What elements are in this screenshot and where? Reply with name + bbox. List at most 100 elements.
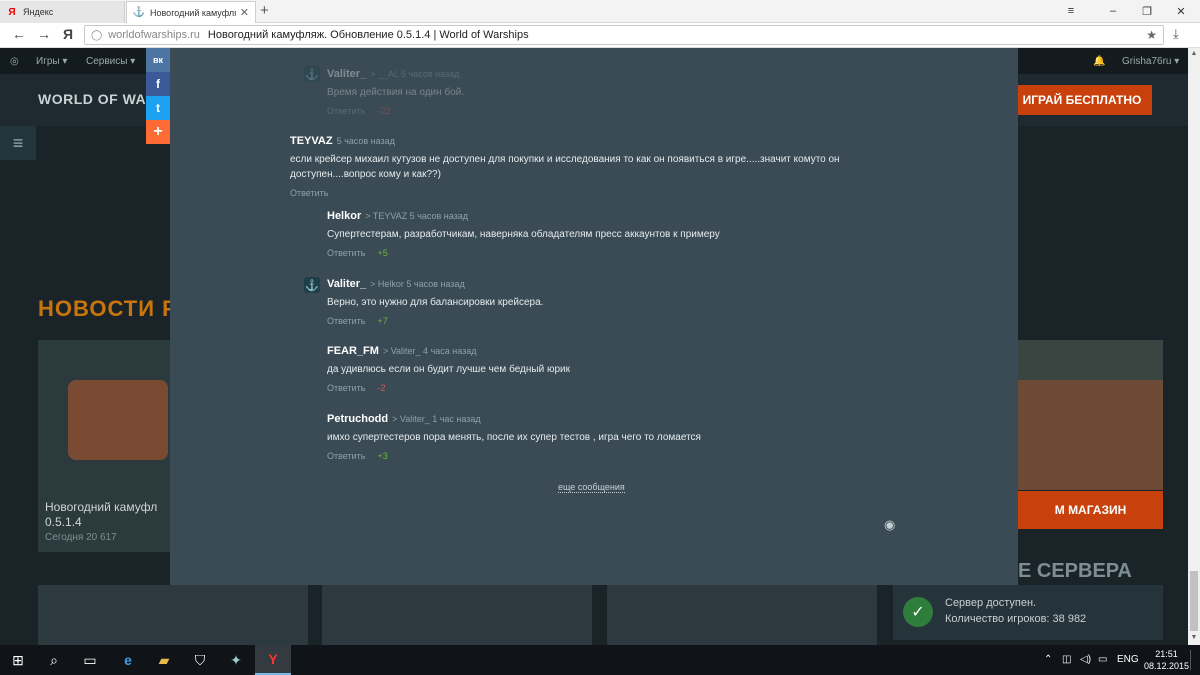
thumbnail[interactable] — [322, 585, 592, 645]
browser-menu-button[interactable]: ≡ — [1054, 0, 1088, 22]
minimize-button[interactable]: – — [1096, 0, 1130, 22]
comment-meta: > __AL 5 часов назад — [370, 69, 460, 79]
task-view-icon[interactable]: ▭ — [72, 645, 108, 675]
services-menu[interactable]: Сервисы ▾ — [86, 56, 135, 67]
new-tab-button[interactable]: + — [260, 2, 269, 19]
comment: Helkor > TEYVAZ 5 часов назад Супертестер… — [327, 210, 720, 258]
more-comments-link[interactable]: еще сообщения — [558, 482, 625, 493]
store-icon[interactable]: ⛉ — [182, 645, 218, 675]
bookmark-star-icon[interactable]: ★ — [1146, 28, 1157, 42]
hamburger-icon[interactable]: ≡ — [0, 126, 36, 160]
close-tab-icon[interactable]: ✕ — [240, 6, 249, 19]
yandex-icon: Я — [8, 6, 16, 18]
comment-text: Супертестерам, разработчикам, наверняка … — [327, 229, 720, 240]
reply-link[interactable]: Ответить — [327, 248, 365, 258]
downloads-icon[interactable]: ⤓ — [1173, 26, 1179, 42]
search-icon[interactable]: ⌕ — [36, 645, 72, 675]
comment-author[interactable]: Valiter_ — [327, 278, 366, 290]
reply-link[interactable]: Ответить — [327, 316, 365, 326]
clock[interactable]: 21:51 08.12.2015 — [1144, 648, 1189, 672]
anchor-icon: ⚓ — [132, 7, 146, 18]
connection-icon: ◯ — [91, 29, 103, 41]
game-app-icon[interactable]: ✦ — [218, 645, 254, 675]
restore-button[interactable]: ❐ — [1130, 0, 1164, 22]
notification-bell-icon[interactable]: 🔔 — [1093, 56, 1105, 67]
comment-rating: -2 — [377, 383, 386, 393]
tab-label: Яндекс — [23, 7, 54, 17]
server-status: ✓ Сервер доступен. Количество игроков: 3… — [893, 585, 1163, 640]
comments-panel: ⚓ Valiter_ > __AL 5 часов назад Время дей… — [170, 48, 1018, 585]
yandex-browser-icon[interactable]: Y — [255, 645, 291, 675]
tab-label: Новогодний камуфляж — [150, 7, 236, 18]
developer-avatar-icon: ⚓ — [304, 277, 320, 293]
comment: Valiter_ > Helkor 5 часов назад Верно, эт… — [327, 278, 543, 326]
scroll-down-icon[interactable]: ▼ — [1188, 634, 1200, 641]
emblem-image — [68, 380, 168, 460]
scroll-up-icon[interactable]: ▲ — [1188, 50, 1200, 57]
tab-worldofwarships[interactable]: ⚓ Новогодний камуфляж ✕ — [126, 1, 256, 23]
play-free-button[interactable]: ИГРАЙ БЕСПЛАТНО — [1012, 85, 1152, 115]
comment-meta: > Valiter_ 4 часа назад — [382, 346, 477, 356]
comment: FEAR_FM > Valiter_ 4 часа назад да удивлю… — [327, 345, 570, 393]
show-desktop-button[interactable] — [1190, 650, 1196, 670]
comment-text: имхо супертестеров пора менять, после их… — [327, 432, 701, 443]
shop-card[interactable] — [1018, 340, 1163, 490]
reply-link[interactable]: Ответить — [327, 106, 365, 116]
games-menu[interactable]: Игры ▾ — [36, 56, 67, 67]
server-players-count: Количество игроков: 38 982 — [945, 613, 1087, 625]
comment-rating: -22 — [377, 106, 391, 116]
news-card[interactable]: Новогодний камуфл 0.5.1.4 Сегодня 20 617 — [38, 340, 170, 552]
close-window-button[interactable]: ✕ — [1164, 0, 1198, 22]
thumbnail[interactable] — [607, 585, 877, 645]
reply-link[interactable]: Ответить — [290, 188, 328, 198]
comment-author[interactable]: FEAR_FM — [327, 345, 379, 357]
comment-meta: > Valiter_ 1 час назад — [392, 414, 481, 424]
doubloons-image — [1018, 380, 1163, 490]
news-card-version: 0.5.1.4 — [45, 515, 82, 529]
news-card-title: Новогодний камуфл — [45, 500, 158, 514]
comment-text: да удивлюсь если он будит лучше чем бедн… — [327, 364, 570, 375]
rss-icon[interactable]: ◉ — [884, 517, 895, 533]
clock-date: 08.12.2015 — [1144, 661, 1190, 671]
reply-link[interactable]: Ответить — [327, 451, 365, 461]
comment-author[interactable]: Petruchodd — [327, 413, 388, 425]
page-scrollbar[interactable]: ▲ ▼ — [1188, 48, 1200, 645]
comment-author[interactable]: Helkor — [327, 210, 361, 222]
comment-author[interactable]: TEYVAZ — [290, 135, 333, 147]
taskbar: ⊞ ⌕ ▭ e ▰ ⛉ ✦ Y ⌃ ◫ ◁) ▭ ENG 21:51 08.12… — [0, 645, 1200, 675]
server-status-text: Сервер доступен. — [945, 597, 1037, 609]
comment: Valiter_ > __AL 5 часов назад Время дейст… — [327, 68, 464, 116]
edge-icon[interactable]: e — [110, 645, 146, 675]
tray-chevron-icon[interactable]: ⌃ — [1044, 654, 1052, 665]
vk-share-icon[interactable]: вк — [146, 48, 170, 72]
clock-time: 21:51 — [1155, 649, 1178, 659]
network-icon[interactable]: ◫ — [1062, 654, 1071, 665]
twitter-share-icon[interactable]: t — [146, 96, 170, 120]
comment: Petruchodd > Valiter_ 1 час назад имхо су… — [327, 413, 701, 461]
forward-button[interactable]: → — [37, 26, 51, 42]
tab-yandex[interactable]: Я Яндекс — [0, 1, 125, 23]
comment-author[interactable]: Valiter_ — [327, 68, 366, 80]
windows-start-icon[interactable]: ⊞ — [0, 645, 36, 675]
back-button[interactable]: ← — [12, 26, 26, 42]
file-explorer-icon[interactable]: ▰ — [146, 645, 182, 675]
comment-rating: +3 — [377, 451, 388, 461]
tab-bar: Я Яндекс ⚓ Новогодний камуфляж ✕ + ≡ – ❐… — [0, 0, 1200, 23]
scrollbar-thumb[interactable] — [1190, 571, 1198, 631]
volume-icon[interactable]: ◁) — [1080, 654, 1091, 665]
notifications-icon[interactable]: ▭ — [1098, 654, 1107, 665]
url-field[interactable]: ◯ worldofwarships.ru Новогодний камуфляж… — [84, 25, 1164, 45]
comment-text: если крейсер михаил кутузов не доступен … — [290, 154, 840, 180]
yandex-home-button[interactable]: Я — [63, 26, 73, 42]
comment-meta: 5 часов назад — [336, 136, 395, 146]
thumbnail[interactable] — [38, 585, 308, 645]
language-indicator[interactable]: ENG — [1117, 654, 1139, 665]
comment-rating: +7 — [377, 316, 388, 326]
reply-link[interactable]: Ответить — [327, 383, 365, 393]
more-share-icon[interactable]: + — [146, 120, 170, 144]
user-menu[interactable]: Grisha76ru ▾ — [1122, 56, 1179, 67]
facebook-share-icon[interactable]: f — [146, 72, 170, 96]
social-share-bar: вк f t + — [146, 48, 170, 144]
comment-meta: > TEYVAZ 5 часов назад — [365, 211, 469, 221]
shop-button[interactable]: М МАГАЗИН — [1018, 491, 1163, 529]
